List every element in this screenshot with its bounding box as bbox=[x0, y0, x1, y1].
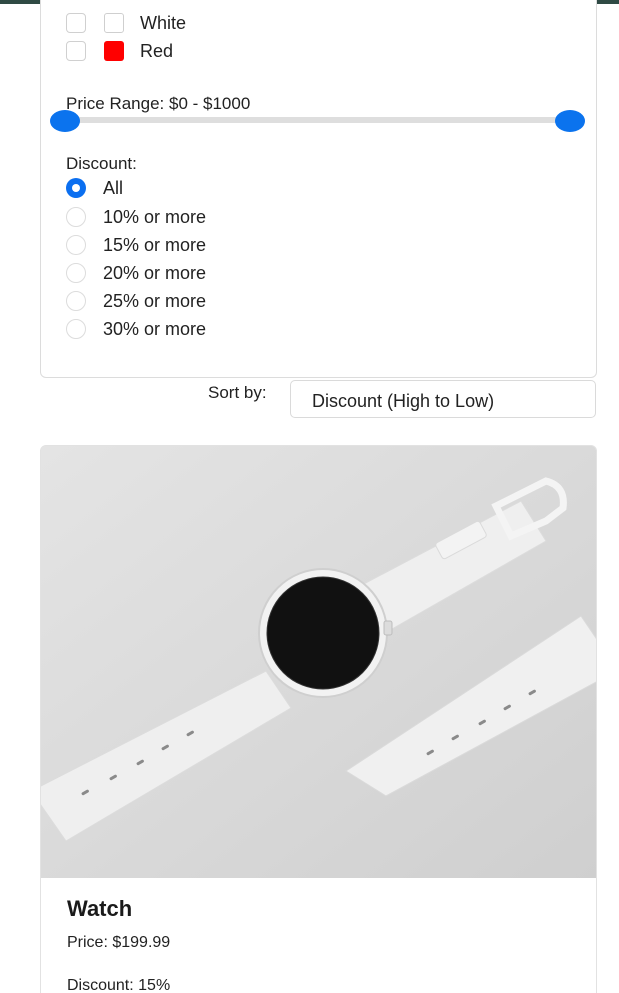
discount-option-all[interactable]: All bbox=[66, 177, 123, 199]
radio-button[interactable] bbox=[66, 291, 86, 311]
discount-option-25[interactable]: 25% or more bbox=[66, 290, 206, 312]
product-card[interactable]: Watch Price: $199.99 Discount: 15% bbox=[40, 445, 597, 993]
color-swatch-white bbox=[104, 13, 124, 33]
price-max-thumb[interactable] bbox=[555, 110, 585, 132]
radio-button[interactable] bbox=[66, 319, 86, 339]
sort-label: Sort by: bbox=[208, 383, 267, 402]
checkbox[interactable] bbox=[66, 41, 86, 61]
discount-option-20[interactable]: 20% or more bbox=[66, 262, 206, 284]
discount-option-10[interactable]: 10% or more bbox=[66, 206, 206, 228]
price-range-label: Price Range: $0 - $1000 bbox=[66, 94, 251, 113]
discount-option-label: All bbox=[103, 177, 124, 198]
discount-option-label: 10% or more bbox=[103, 206, 207, 227]
color-swatch-red bbox=[104, 41, 124, 61]
product-discount: Discount: 15% bbox=[67, 977, 171, 993]
radio-button[interactable] bbox=[66, 178, 86, 198]
product-name[interactable]: Watch bbox=[67, 896, 132, 922]
sort-select[interactable]: Discount (High to Low) bbox=[290, 380, 596, 418]
discount-title: Discount: bbox=[66, 154, 137, 173]
price-range-track[interactable] bbox=[66, 117, 571, 123]
discount-option-label: 15% or more bbox=[103, 234, 207, 255]
radio-button[interactable] bbox=[66, 235, 86, 255]
radio-button[interactable] bbox=[66, 207, 86, 227]
discount-option-label: 20% or more bbox=[103, 262, 207, 283]
price-min-thumb[interactable] bbox=[50, 110, 80, 132]
checkbox[interactable] bbox=[66, 13, 86, 33]
discount-option-label: 25% or more bbox=[103, 290, 207, 311]
product-image[interactable] bbox=[41, 446, 596, 878]
color-option-white[interactable]: White bbox=[66, 12, 186, 34]
color-label: Red bbox=[140, 40, 174, 61]
discount-option-label: 30% or more bbox=[103, 318, 207, 339]
product-price: Price: $199.99 bbox=[67, 934, 171, 951]
watch-image bbox=[41, 446, 596, 878]
discount-option-30[interactable]: 30% or more bbox=[66, 318, 206, 340]
discount-option-15[interactable]: 15% or more bbox=[66, 234, 206, 256]
color-label: White bbox=[140, 12, 187, 33]
color-option-red[interactable]: Red bbox=[66, 40, 173, 62]
radio-button[interactable] bbox=[66, 263, 86, 283]
